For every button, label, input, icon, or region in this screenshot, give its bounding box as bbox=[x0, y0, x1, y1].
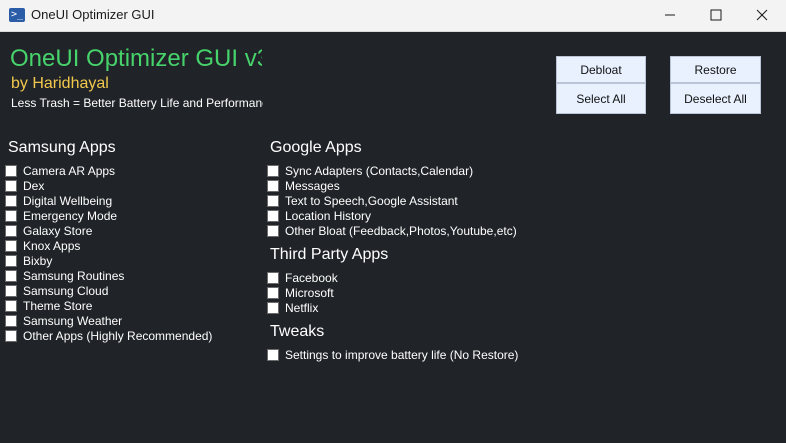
checkbox-row[interactable]: Emergency Mode bbox=[5, 208, 212, 223]
maximize-button[interactable] bbox=[693, 0, 739, 31]
checkbox[interactable] bbox=[5, 209, 17, 222]
tweaks-heading: Tweaks bbox=[270, 323, 325, 340]
checkbox-label[interactable]: Netflix bbox=[285, 301, 318, 315]
checkbox[interactable] bbox=[267, 164, 279, 177]
third-party-apps-heading: Third Party Apps bbox=[270, 246, 389, 263]
checkbox-label[interactable]: Samsung Weather bbox=[23, 314, 122, 328]
window-title: OneUI Optimizer GUI bbox=[31, 7, 155, 22]
checkbox-row[interactable]: Digital Wellbeing bbox=[5, 193, 212, 208]
checkbox-label[interactable]: Theme Store bbox=[23, 299, 92, 313]
checkbox-label[interactable]: Facebook bbox=[285, 271, 338, 285]
checkbox-row[interactable]: Netflix bbox=[267, 300, 338, 315]
tagline: Less Trash = Better Battery Life and Per… bbox=[11, 96, 263, 110]
checkbox[interactable] bbox=[267, 224, 279, 237]
checkbox-label[interactable]: Galaxy Store bbox=[23, 224, 92, 238]
checkbox[interactable] bbox=[267, 301, 279, 314]
checkbox-label[interactable]: Dex bbox=[23, 179, 44, 193]
checkbox-row[interactable]: Theme Store bbox=[5, 298, 212, 313]
checkbox-row[interactable]: Knox Apps bbox=[5, 238, 212, 253]
app-heading: OneUI Optimizer GUI v3 bbox=[10, 45, 262, 72]
checkbox[interactable] bbox=[267, 286, 279, 299]
minimize-button[interactable] bbox=[647, 0, 693, 31]
checkbox-label[interactable]: Emergency Mode bbox=[23, 209, 117, 223]
google-apps-heading: Google Apps bbox=[270, 139, 362, 156]
checkbox-row[interactable]: Text to Speech,Google Assistant bbox=[267, 193, 517, 208]
minimize-icon bbox=[665, 14, 675, 16]
third-party-apps-list: Facebook Microsoft Netflix bbox=[267, 270, 338, 315]
checkbox[interactable] bbox=[267, 271, 279, 284]
checkbox-row[interactable]: Bixby bbox=[5, 253, 212, 268]
checkbox-label[interactable]: Digital Wellbeing bbox=[23, 194, 112, 208]
checkbox-row[interactable]: Samsung Routines bbox=[5, 268, 212, 283]
checkbox-row[interactable]: Settings to improve battery life (No Res… bbox=[267, 347, 518, 362]
checkbox-label[interactable]: Other Apps (Highly Recommended) bbox=[23, 329, 212, 343]
main-content: OneUI Optimizer GUI v3 by Haridhayal Les… bbox=[0, 32, 786, 443]
debloat-button[interactable]: Debloat bbox=[556, 56, 646, 83]
checkbox[interactable] bbox=[5, 254, 17, 267]
checkbox[interactable] bbox=[5, 194, 17, 207]
checkbox-row[interactable]: Camera AR Apps bbox=[5, 163, 212, 178]
checkbox[interactable] bbox=[267, 179, 279, 192]
checkbox-row[interactable]: Samsung Weather bbox=[5, 313, 212, 328]
checkbox-label[interactable]: Settings to improve battery life (No Res… bbox=[285, 348, 518, 362]
checkbox-label[interactable]: Location History bbox=[285, 209, 371, 223]
checkbox-row[interactable]: Microsoft bbox=[267, 285, 338, 300]
title-bar[interactable]: >_ OneUI Optimizer GUI bbox=[0, 0, 786, 32]
checkbox-row[interactable]: Dex bbox=[5, 178, 212, 193]
author-label: by Haridhayal bbox=[11, 75, 109, 92]
checkbox[interactable] bbox=[5, 224, 17, 237]
checkbox-label[interactable]: Other Bloat (Feedback,Photos,Youtube,etc… bbox=[285, 224, 517, 238]
checkbox-row[interactable]: Facebook bbox=[267, 270, 338, 285]
checkbox-label[interactable]: Bixby bbox=[23, 254, 52, 268]
checkbox-row[interactable]: Other Apps (Highly Recommended) bbox=[5, 328, 212, 343]
checkbox[interactable] bbox=[5, 329, 17, 342]
select-all-button[interactable]: Select All bbox=[556, 83, 646, 114]
checkbox-row[interactable]: Samsung Cloud bbox=[5, 283, 212, 298]
checkbox-label[interactable]: Camera AR Apps bbox=[23, 164, 115, 178]
checkbox[interactable] bbox=[5, 299, 17, 312]
samsung-apps-heading: Samsung Apps bbox=[8, 139, 116, 156]
checkbox[interactable] bbox=[5, 239, 17, 252]
restore-button[interactable]: Restore bbox=[670, 56, 761, 83]
checkbox[interactable] bbox=[5, 284, 17, 297]
checkbox[interactable] bbox=[267, 209, 279, 222]
checkbox[interactable] bbox=[5, 164, 17, 177]
checkbox-row[interactable]: Messages bbox=[267, 178, 517, 193]
powershell-icon: >_ bbox=[9, 8, 25, 22]
google-apps-list: Sync Adapters (Contacts,Calendar) Messag… bbox=[267, 163, 517, 238]
maximize-icon bbox=[710, 9, 722, 21]
deselect-all-button[interactable]: Deselect All bbox=[670, 83, 761, 114]
checkbox[interactable] bbox=[5, 269, 17, 282]
checkbox[interactable] bbox=[267, 348, 279, 361]
close-icon bbox=[756, 9, 768, 21]
checkbox-label[interactable]: Text to Speech,Google Assistant bbox=[285, 194, 458, 208]
checkbox[interactable] bbox=[5, 314, 17, 327]
samsung-apps-list: Camera AR Apps Dex Digital Wellbeing Eme… bbox=[5, 163, 212, 343]
checkbox-label[interactable]: Sync Adapters (Contacts,Calendar) bbox=[285, 164, 473, 178]
checkbox-row[interactable]: Other Bloat (Feedback,Photos,Youtube,etc… bbox=[267, 223, 517, 238]
close-button[interactable] bbox=[739, 0, 785, 31]
checkbox-label[interactable]: Microsoft bbox=[285, 286, 334, 300]
checkbox-label[interactable]: Samsung Cloud bbox=[23, 284, 108, 298]
checkbox[interactable] bbox=[5, 179, 17, 192]
checkbox-label[interactable]: Samsung Routines bbox=[23, 269, 124, 283]
checkbox[interactable] bbox=[267, 194, 279, 207]
app-window: >_ OneUI Optimizer GUI OneUI Optimizer G… bbox=[0, 0, 786, 443]
checkbox-row[interactable]: Location History bbox=[267, 208, 517, 223]
checkbox-label[interactable]: Knox Apps bbox=[23, 239, 80, 253]
checkbox-label[interactable]: Messages bbox=[285, 179, 340, 193]
tweaks-list: Settings to improve battery life (No Res… bbox=[267, 347, 518, 362]
checkbox-row[interactable]: Galaxy Store bbox=[5, 223, 212, 238]
checkbox-row[interactable]: Sync Adapters (Contacts,Calendar) bbox=[267, 163, 517, 178]
